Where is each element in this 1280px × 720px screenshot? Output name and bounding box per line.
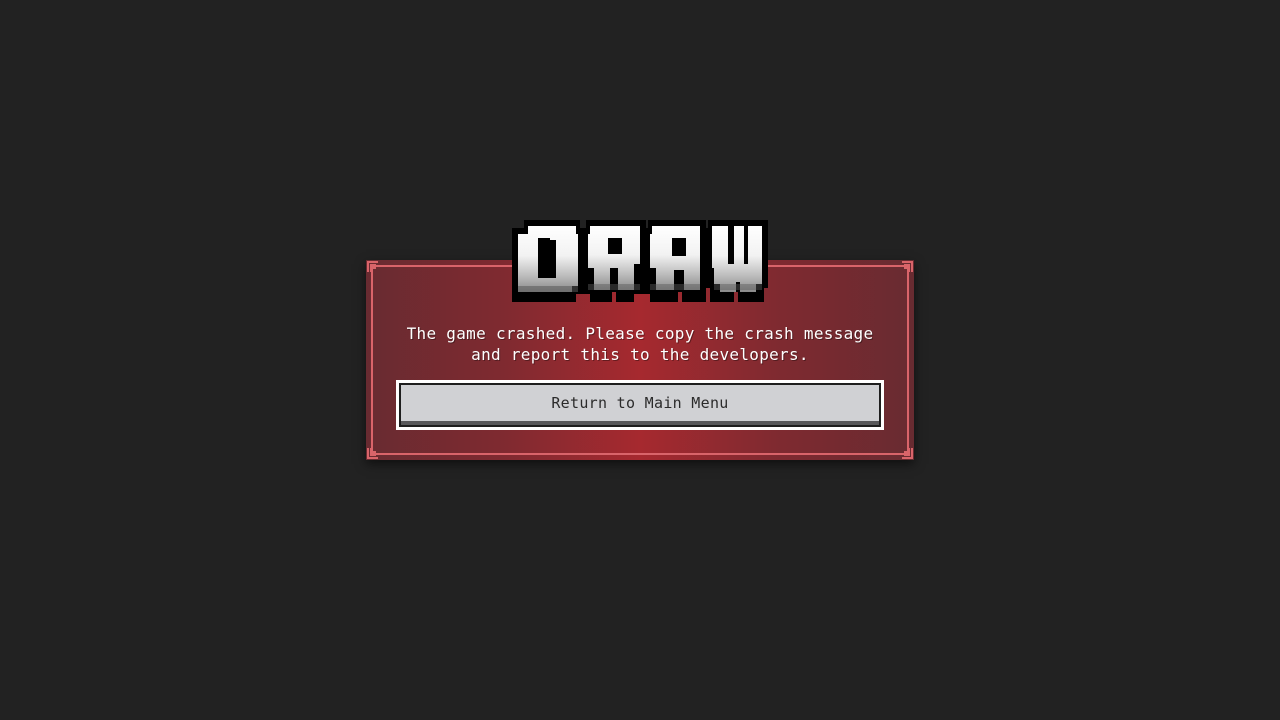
crash-message-line-1: The game crashed. Please copy the crash … (406, 324, 874, 343)
crash-screen: The game crashed. Please copy the crash … (0, 0, 1280, 720)
corner-ornament-icon (367, 447, 379, 459)
button-outline: Return to Main Menu (399, 383, 881, 427)
corner-ornament-icon (367, 261, 379, 273)
logo-glyphs (512, 220, 768, 302)
corner-ornament-icon (901, 261, 913, 273)
draw-logo-icon (510, 218, 770, 306)
crash-message-line-2: and report this to the developers. (471, 345, 809, 364)
button-face: Return to Main Menu (401, 385, 879, 425)
return-to-main-menu-button[interactable]: Return to Main Menu (396, 380, 884, 430)
crash-message: The game crashed. Please copy the crash … (366, 323, 914, 365)
return-to-main-menu-label: Return to Main Menu (551, 394, 729, 412)
corner-ornament-icon (901, 447, 913, 459)
